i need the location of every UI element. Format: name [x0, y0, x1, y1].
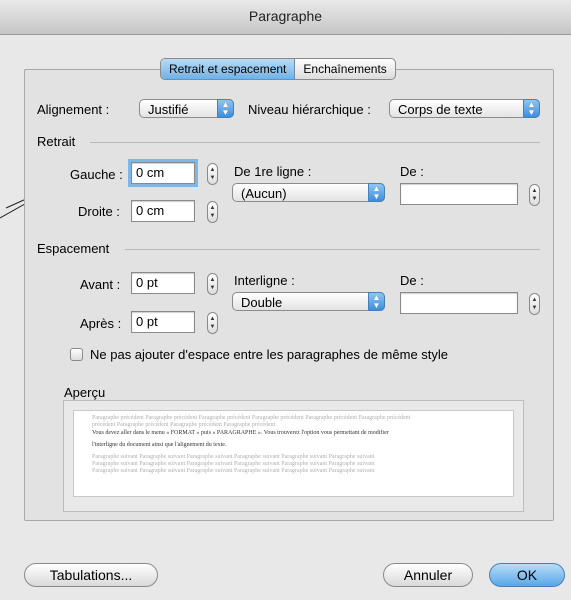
- first-line-value: (Aucun): [241, 186, 287, 201]
- left-indent-label: Gauche :: [70, 167, 123, 182]
- popup-arrows-icon: ▲ ▼: [368, 183, 385, 202]
- before-field[interactable]: 0 pt: [131, 272, 195, 294]
- outline-level-popup[interactable]: Corps de texte ▲ ▼: [389, 99, 540, 118]
- right-indent-field[interactable]: 0 cm: [131, 200, 195, 222]
- after-field[interactable]: 0 pt: [131, 311, 195, 333]
- line-spacing-popup[interactable]: Double ▲ ▼: [232, 292, 385, 311]
- before-label: Avant :: [80, 277, 121, 292]
- line-spacing-at-label: De :: [400, 273, 424, 288]
- first-line-label: De 1re ligne :: [234, 164, 312, 179]
- first-line-by-label: De :: [400, 164, 424, 179]
- tab-line-breaks[interactable]: Enchaînements: [295, 59, 394, 79]
- popup-arrows-icon: ▲ ▼: [523, 99, 540, 118]
- preview-next-text: Paragraphe suivant Paragraphe suivant Pa…: [92, 454, 375, 460]
- preview-next-text: Paragraphe suivant Paragraphe suivant Pa…: [92, 461, 375, 467]
- indent-section-label: Retrait: [37, 134, 76, 149]
- right-indent-stepper[interactable]: ▲ ▼: [207, 201, 218, 223]
- line-spacing-label: Interligne :: [234, 273, 295, 288]
- after-label: Après :: [80, 316, 122, 331]
- alignment-label: Alignement :: [37, 102, 110, 117]
- preview-label: Aperçu: [64, 385, 106, 400]
- popup-arrows-icon: ▲ ▼: [217, 99, 234, 118]
- ok-button[interactable]: OK: [489, 563, 565, 587]
- no-space-checkbox-label: Ne pas ajouter d'espace entre les paragr…: [90, 347, 449, 362]
- preview-previous-text: Paragraphe précédent Paragraphe précéden…: [92, 415, 411, 421]
- left-indent-stepper[interactable]: ▲ ▼: [207, 163, 218, 185]
- first-line-by-field[interactable]: [400, 183, 518, 205]
- title-bar: Paragraphe: [0, 0, 571, 35]
- left-indent-field[interactable]: 0 cm: [128, 159, 198, 187]
- section-divider: [90, 142, 540, 143]
- window-title: Paragraphe: [248, 8, 323, 24]
- line-spacing-at-stepper[interactable]: ▲ ▼: [529, 293, 540, 315]
- first-line-popup[interactable]: (Aucun) ▲ ▼: [232, 183, 385, 202]
- alignment-popup[interactable]: Justifié ▲ ▼: [139, 99, 234, 118]
- preview-next-text: Paragraphe suivant Paragraphe suivant Pa…: [92, 468, 375, 474]
- outline-level-label: Niveau hiérarchique :: [248, 102, 371, 117]
- before-stepper[interactable]: ▲ ▼: [207, 273, 218, 295]
- section-divider: [125, 249, 540, 250]
- popup-arrows-icon: ▲ ▼: [368, 292, 385, 311]
- preview-sample-text: l'interligne du document ainsi que l'ali…: [92, 442, 227, 448]
- spacing-section-label: Espacement: [37, 241, 110, 256]
- cancel-button[interactable]: Annuler: [383, 563, 473, 587]
- tabulations-button[interactable]: Tabulations...: [24, 563, 158, 587]
- after-stepper[interactable]: ▲ ▼: [207, 312, 218, 334]
- tab-indent-spacing[interactable]: Retrait et espacement: [161, 59, 296, 79]
- preview-previous-text: précédent Paragraphe précédent Paragraph…: [92, 422, 276, 428]
- first-line-by-stepper[interactable]: ▲ ▼: [529, 184, 540, 206]
- preview-area: Paragraphe précédent Paragraphe précéden…: [73, 410, 514, 497]
- tab-bar: Retrait et espacement Enchaînements: [160, 58, 396, 80]
- preview-sample-text: Vous devez aller dans le menu « FORMAT »…: [92, 430, 389, 436]
- alignment-value: Justifié: [148, 102, 189, 117]
- line-spacing-value: Double: [241, 295, 283, 310]
- right-indent-label: Droite :: [78, 204, 120, 219]
- outline-level-value: Corps de texte: [398, 102, 483, 117]
- no-space-checkbox[interactable]: [70, 348, 83, 361]
- line-spacing-at-field[interactable]: [400, 292, 518, 314]
